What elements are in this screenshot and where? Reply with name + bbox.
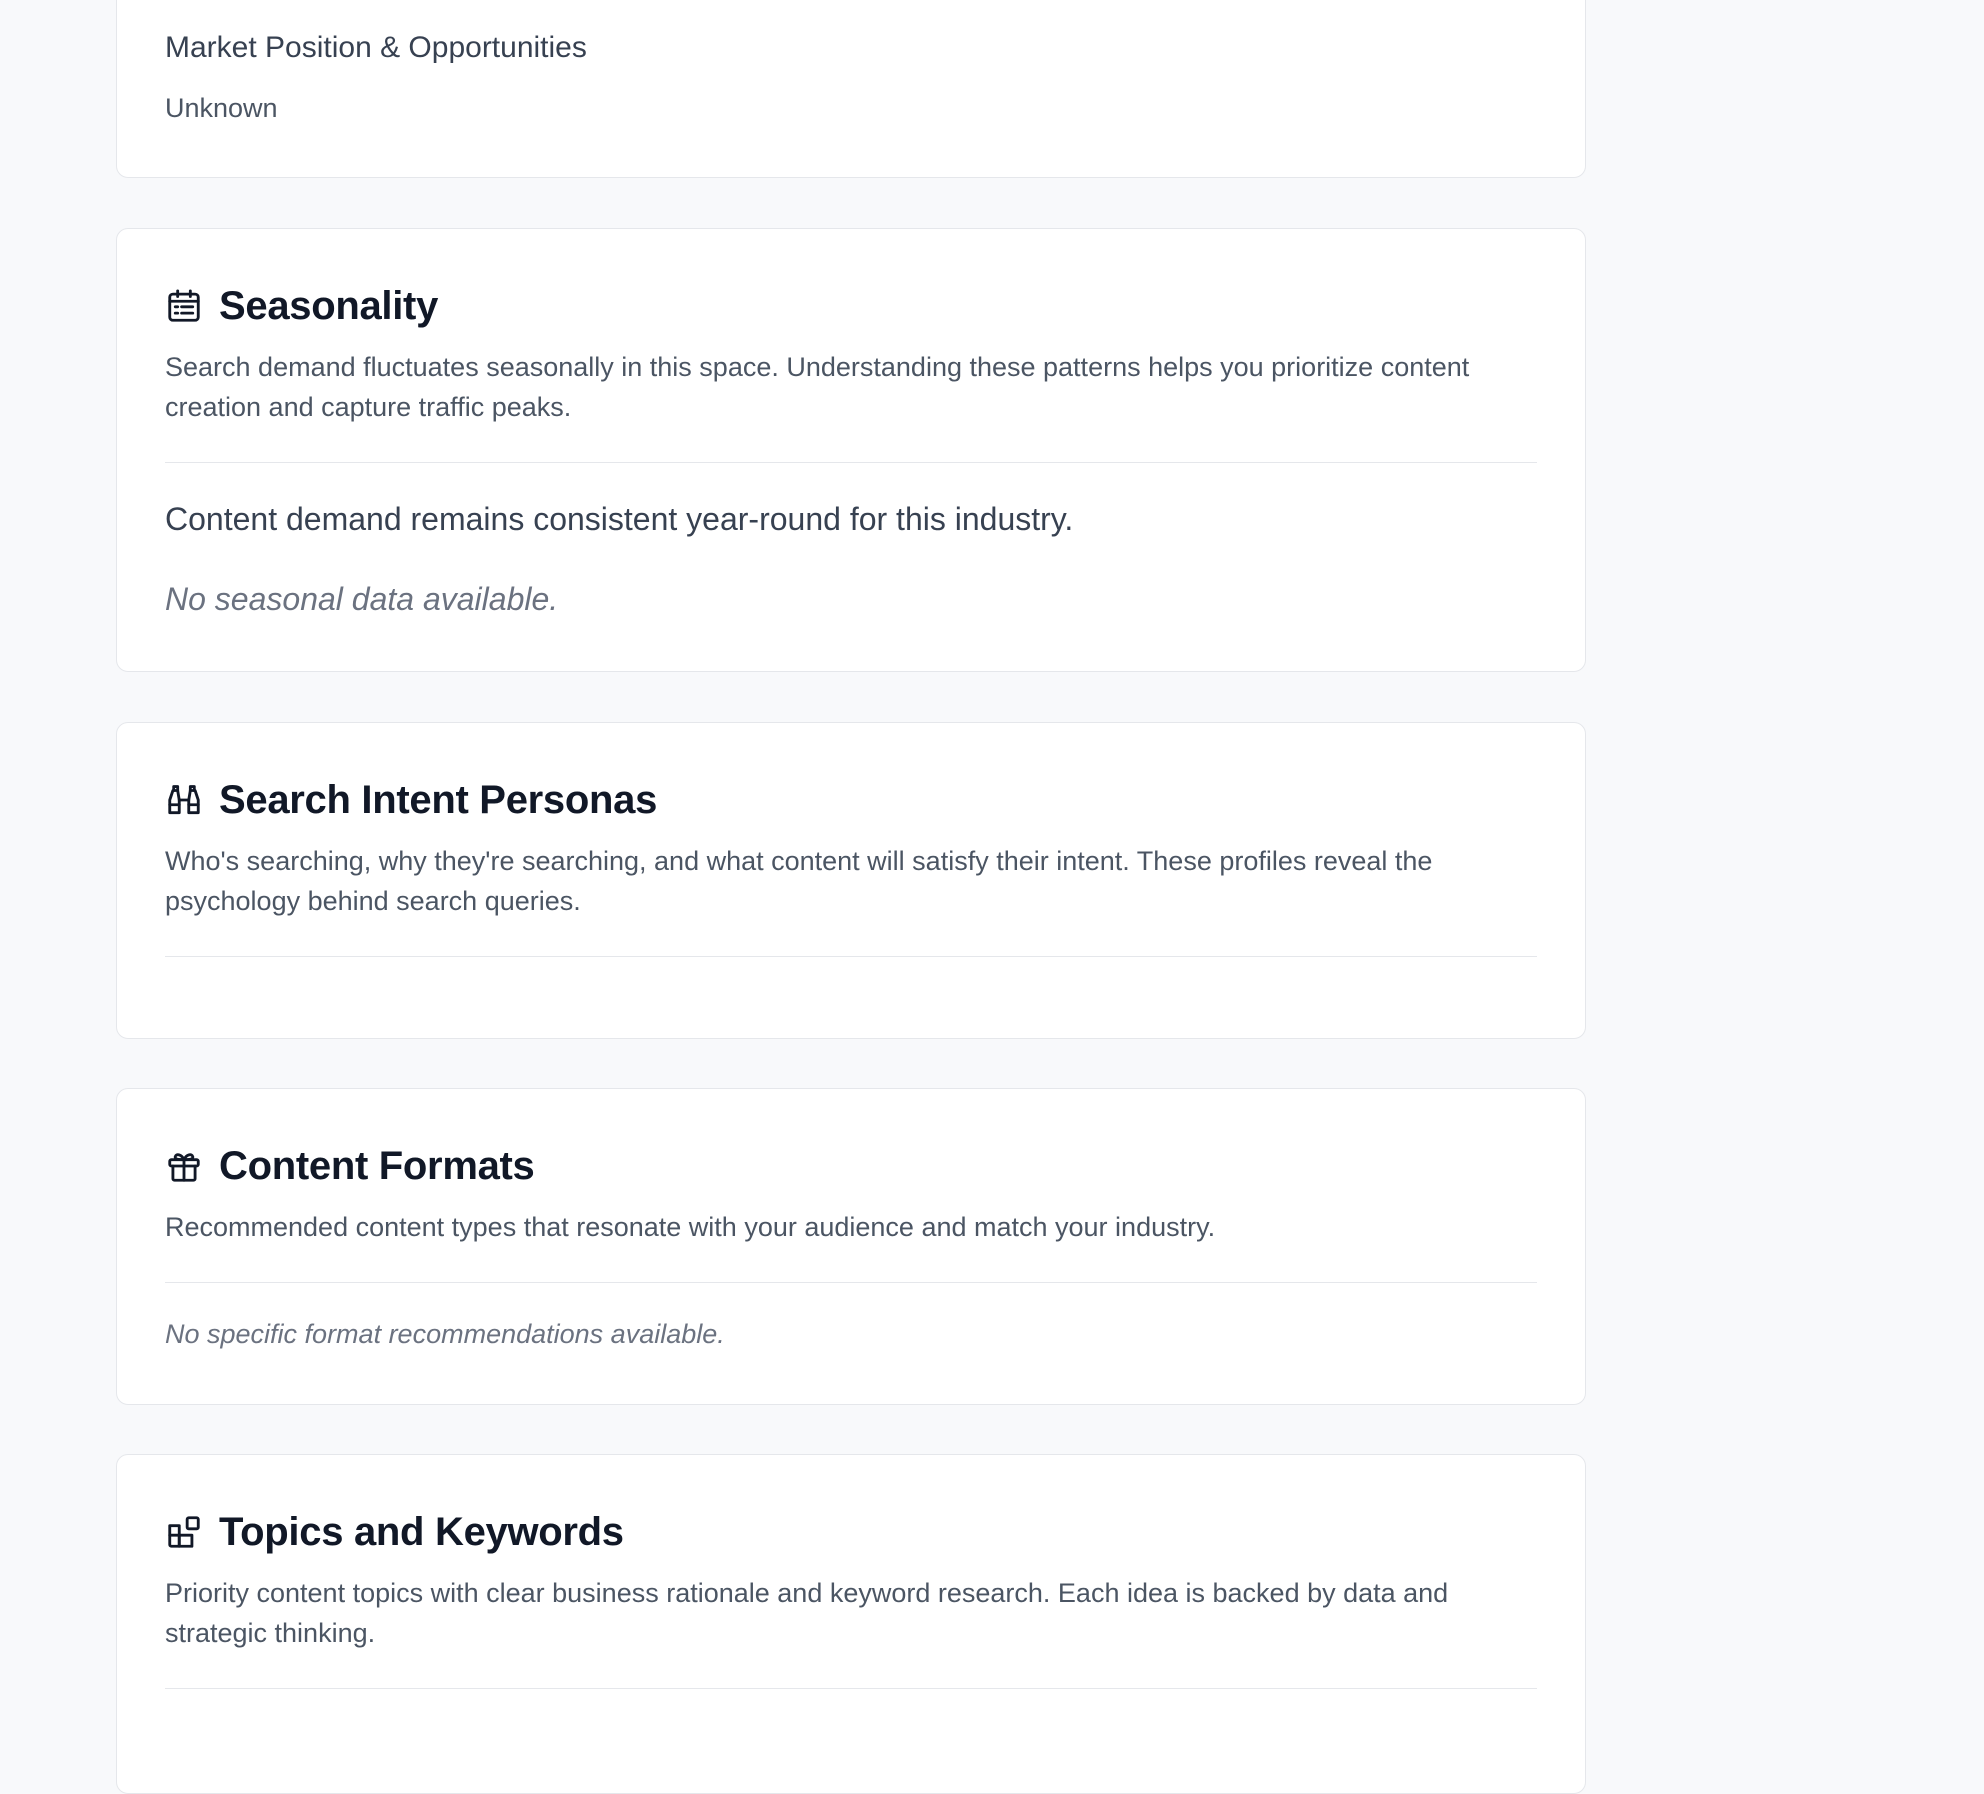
personas-header: Search Intent Personas (165, 775, 1537, 825)
formats-header: Content Formats (165, 1141, 1537, 1191)
widgets-icon (168, 1516, 200, 1548)
seasonality-summary: Content demand remains consistent year-r… (165, 501, 1074, 537)
search-intent-personas-card: Search Intent Personas Who's searching, … (116, 722, 1586, 1039)
calendar-icon (168, 289, 200, 322)
formats-description: Recommended content types that resonate … (165, 1212, 1216, 1242)
topics-divider (165, 1688, 1537, 1689)
personas-divider (165, 956, 1537, 957)
gift-icon (168, 1153, 200, 1182)
market-position-value: Unknown (165, 93, 278, 123)
formats-title: Content Formats (219, 1143, 535, 1188)
seasonality-divider (165, 462, 1537, 463)
personas-title: Search Intent Personas (219, 777, 658, 822)
seasonality-title: Seasonality (219, 283, 439, 328)
market-position-card: Market Position & Opportunities Unknown (116, 0, 1586, 178)
topics-header: Topics and Keywords (165, 1507, 1537, 1557)
formats-empty-state: No specific format recommendations avail… (165, 1319, 725, 1349)
topics-title: Topics and Keywords (219, 1509, 624, 1554)
binoculars-icon (168, 785, 200, 815)
seasonality-description: Search demand fluctuates seasonally in t… (165, 352, 1470, 422)
topics-keywords-card: Topics and Keywords Priority content top… (116, 1454, 1586, 1794)
seasonality-header: Seasonality (165, 281, 1537, 331)
personas-description: Who's searching, why they're searching, … (165, 846, 1433, 916)
market-position-title: Market Position & Opportunities (165, 31, 587, 64)
topics-description: Priority content topics with clear busin… (165, 1578, 1449, 1648)
formats-divider (165, 1282, 1537, 1283)
seasonality-empty-state: No seasonal data available. (165, 581, 559, 617)
seasonality-card: Seasonality Search demand fluctuates sea… (116, 228, 1586, 672)
content-formats-card: Content Formats Recommended content type… (116, 1088, 1586, 1405)
